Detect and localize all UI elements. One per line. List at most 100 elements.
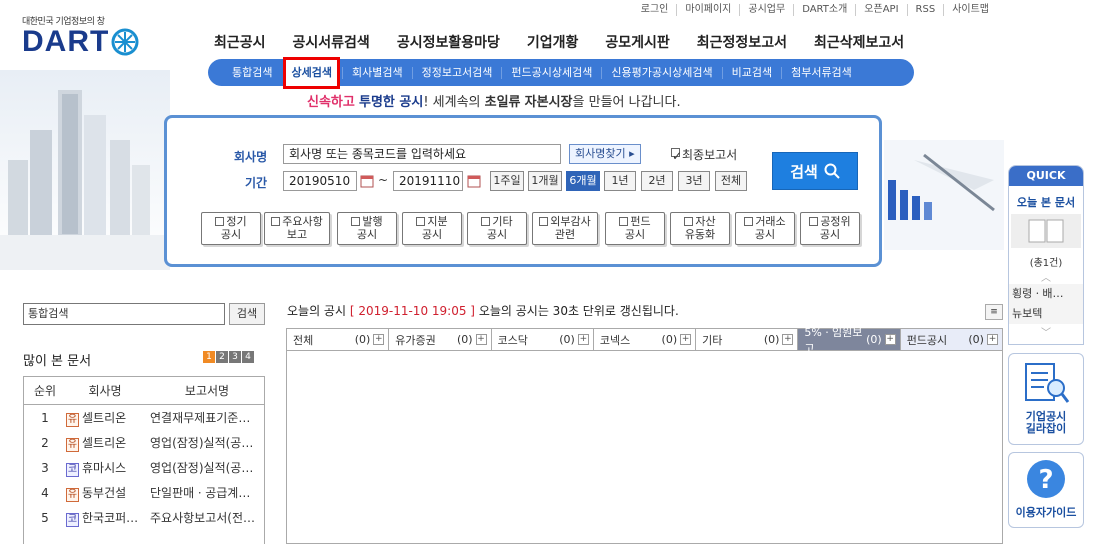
list-option-icon[interactable]: ≡ <box>985 304 1003 320</box>
calendar-icon[interactable] <box>360 174 374 188</box>
page-3[interactable]: 3 <box>229 351 241 363</box>
chevron-up-icon[interactable]: ︿ <box>1009 269 1083 284</box>
category-regular[interactable]: 정기 공시 <box>201 212 261 245</box>
recently-viewed-count: (총1건) <box>1029 258 1063 269</box>
integrated-search-input[interactable]: 통합검색 <box>23 303 225 325</box>
category-fund[interactable]: 펀드 공시 <box>605 212 665 245</box>
company-input[interactable]: 회사명 또는 종목코드를 입력하세요 <box>283 144 561 164</box>
chart-decoration <box>884 140 1004 250</box>
mypage-link[interactable]: 마이페이지 <box>676 4 739 16</box>
page-1[interactable]: 1 <box>203 351 215 363</box>
city-illustration <box>0 70 170 270</box>
recent-item[interactable]: 뉴보텍 <box>1009 304 1083 324</box>
chevron-down-icon[interactable]: ﹀ <box>1009 324 1083 339</box>
most-viewed-pager: 1 2 3 4 <box>203 351 254 363</box>
subnav-correction-search[interactable]: 정정보고서검색 <box>411 66 502 79</box>
plus-icon: + <box>680 334 692 345</box>
category-ftc[interactable]: 공정위 공시 <box>800 212 860 245</box>
subnav-integrated-search[interactable]: 통합검색 <box>222 66 281 79</box>
market-badge: 코 <box>66 462 79 477</box>
most-viewed-title: 많이 본 문서 <box>23 354 92 369</box>
period-all-button[interactable]: 전체 <box>715 171 747 191</box>
category-exchange[interactable]: 거래소 공시 <box>735 212 795 245</box>
start-date-input[interactable]: 20190510 <box>283 171 357 191</box>
table-row[interactable]: 4 유 동부건설 단일판매ㆍ공급계… <box>24 480 264 505</box>
category-securitization[interactable]: 자산 유동화 <box>670 212 730 245</box>
nav-recent-disclosure[interactable]: 최근공시 <box>214 32 266 52</box>
recently-viewed-title: 오늘 본 문서 <box>1016 196 1076 209</box>
market-badge: 유 <box>66 437 79 452</box>
col-report: 보고서명 <box>184 384 230 398</box>
nav-recent-deletions[interactable]: 최근삭제보고서 <box>814 32 904 52</box>
about-dart-link[interactable]: DART소개 <box>793 4 855 16</box>
disclosure-guide-link[interactable]: 기업공시 길라잡이 <box>1008 353 1084 445</box>
category-other[interactable]: 기타 공시 <box>467 212 527 245</box>
page-2[interactable]: 2 <box>216 351 228 363</box>
quick-panel: QUICK 오늘 본 문서 (총1건) ︿ 횡령ㆍ배… 뉴보텍 ﹀ <box>1008 165 1084 345</box>
category-major-report[interactable]: 주요사항 보고 <box>264 212 330 245</box>
integrated-search-button[interactable]: 검색 <box>229 303 265 325</box>
main-nav: 최근공시 공시서류검색 공시정보활용마당 기업개황 공모게시판 최근정정보고서 … <box>214 32 931 52</box>
login-link[interactable]: 로그인 <box>633 4 677 16</box>
utility-nav: 로그인 마이페이지 공시업무 DART소개 오픈API RSS 사이트맵 <box>633 4 997 16</box>
tab-kospi[interactable]: 유가증권 (0) + <box>388 329 491 350</box>
tab-konex[interactable]: 코넥스 (0) + <box>592 329 696 350</box>
category-issuance[interactable]: 발행 공시 <box>337 212 397 245</box>
calendar-icon[interactable] <box>467 174 481 188</box>
category-equity[interactable]: 지분 공시 <box>402 212 462 245</box>
period-2year-button[interactable]: 2년 <box>641 171 673 191</box>
table-row[interactable]: 3 코 휴마시스 영업(잠정)실적(공… <box>24 455 264 480</box>
checkbox-checked-icon: ✓ <box>671 148 683 163</box>
table-row[interactable]: 5 코 한국코퍼… 주요사항보고서(전… <box>24 505 264 530</box>
market-badge: 유 <box>66 487 79 502</box>
subnav-credit-search[interactable]: 신용평가공시상세검색 <box>601 66 721 79</box>
final-report-checkbox[interactable]: ✓최종보고서 <box>671 146 737 163</box>
end-date-input[interactable]: 20191110 <box>393 171 463 191</box>
recent-item[interactable]: 횡령ㆍ배… <box>1009 284 1083 304</box>
period-3year-button[interactable]: 3년 <box>678 171 710 191</box>
plus-icon: + <box>577 334 589 345</box>
slogan: 신속하고 투명한 공시! 세계속의 초일류 자본시장을 만들어 나갑니다. <box>307 95 681 110</box>
openapi-link[interactable]: 오픈API <box>855 4 906 16</box>
find-company-button[interactable]: 회사명찾기 ▸ <box>569 144 641 164</box>
nav-data-use[interactable]: 공시정보활용마당 <box>397 32 500 52</box>
period-6month-button[interactable]: 6개월 <box>566 171 600 191</box>
document-search-icon <box>1025 363 1070 403</box>
quick-header: QUICK <box>1009 166 1083 186</box>
subnav-company-search[interactable]: 회사별검색 <box>341 66 412 79</box>
period-1week-button[interactable]: 1주일 <box>490 171 524 191</box>
page-4[interactable]: 4 <box>242 351 254 363</box>
nav-recent-corrections[interactable]: 최근정정보고서 <box>697 32 787 52</box>
most-viewed-table: 순위 회사명 보고서명 1 유 셀트리온 연결재무제표기준… 2 유 셀트리온 영업… <box>23 376 265 544</box>
nav-document-search[interactable]: 공시서류검색 <box>293 32 370 52</box>
category-audit[interactable]: 외부감사 관련 <box>532 212 598 245</box>
period-1month-button[interactable]: 1개월 <box>528 171 562 191</box>
tab-fund[interactable]: 펀드공시 (0) + <box>899 329 1002 350</box>
plus-icon: + <box>782 334 794 345</box>
logo-word: DART <box>22 25 110 58</box>
table-row[interactable]: 2 유 셀트리온 영업(잠정)실적(공… <box>24 430 264 455</box>
tab-5pct-executive[interactable]: 5%ㆍ임원보고 (0) + <box>797 326 900 355</box>
market-badge: 코 <box>66 512 79 527</box>
disclosure-work-link[interactable]: 공시업무 <box>739 4 793 16</box>
subnav-attachment-search[interactable]: 첨부서류검색 <box>781 66 861 79</box>
tab-all[interactable]: 전체 (0) + <box>287 329 389 350</box>
dart-logo[interactable]: 대한민국 기업정보의 창 DART <box>22 14 139 57</box>
subnav-compare-search[interactable]: 비교검색 <box>721 66 781 79</box>
search-button[interactable]: 검색 <box>772 152 858 190</box>
plus-icon: + <box>475 334 487 345</box>
book-icon <box>1011 214 1081 248</box>
tab-kosdaq[interactable]: 코스닥 (0) + <box>490 329 593 350</box>
sub-nav: 통합검색 상세검색 회사별검색 정정보고서검색 펀드공시상세검색 신용평가공시상… <box>208 56 914 89</box>
tab-other[interactable]: 기타 (0) + <box>695 329 798 350</box>
period-1year-button[interactable]: 1년 <box>604 171 636 191</box>
subnav-fund-search[interactable]: 펀드공시상세검색 <box>501 66 601 79</box>
plus-icon: + <box>373 334 385 345</box>
nav-offering-board[interactable]: 공모게시판 <box>605 32 669 52</box>
rss-link[interactable]: RSS <box>906 4 944 16</box>
table-row[interactable]: 1 유 셀트리온 연결재무제표기준… <box>24 405 264 430</box>
sitemap-link[interactable]: 사이트맵 <box>943 4 997 16</box>
nav-company-overview[interactable]: 기업개황 <box>527 32 579 52</box>
user-guide-link[interactable]: ? 이용자가이드 <box>1008 452 1084 528</box>
subnav-detailed-search[interactable]: 상세검색 <box>283 56 340 89</box>
